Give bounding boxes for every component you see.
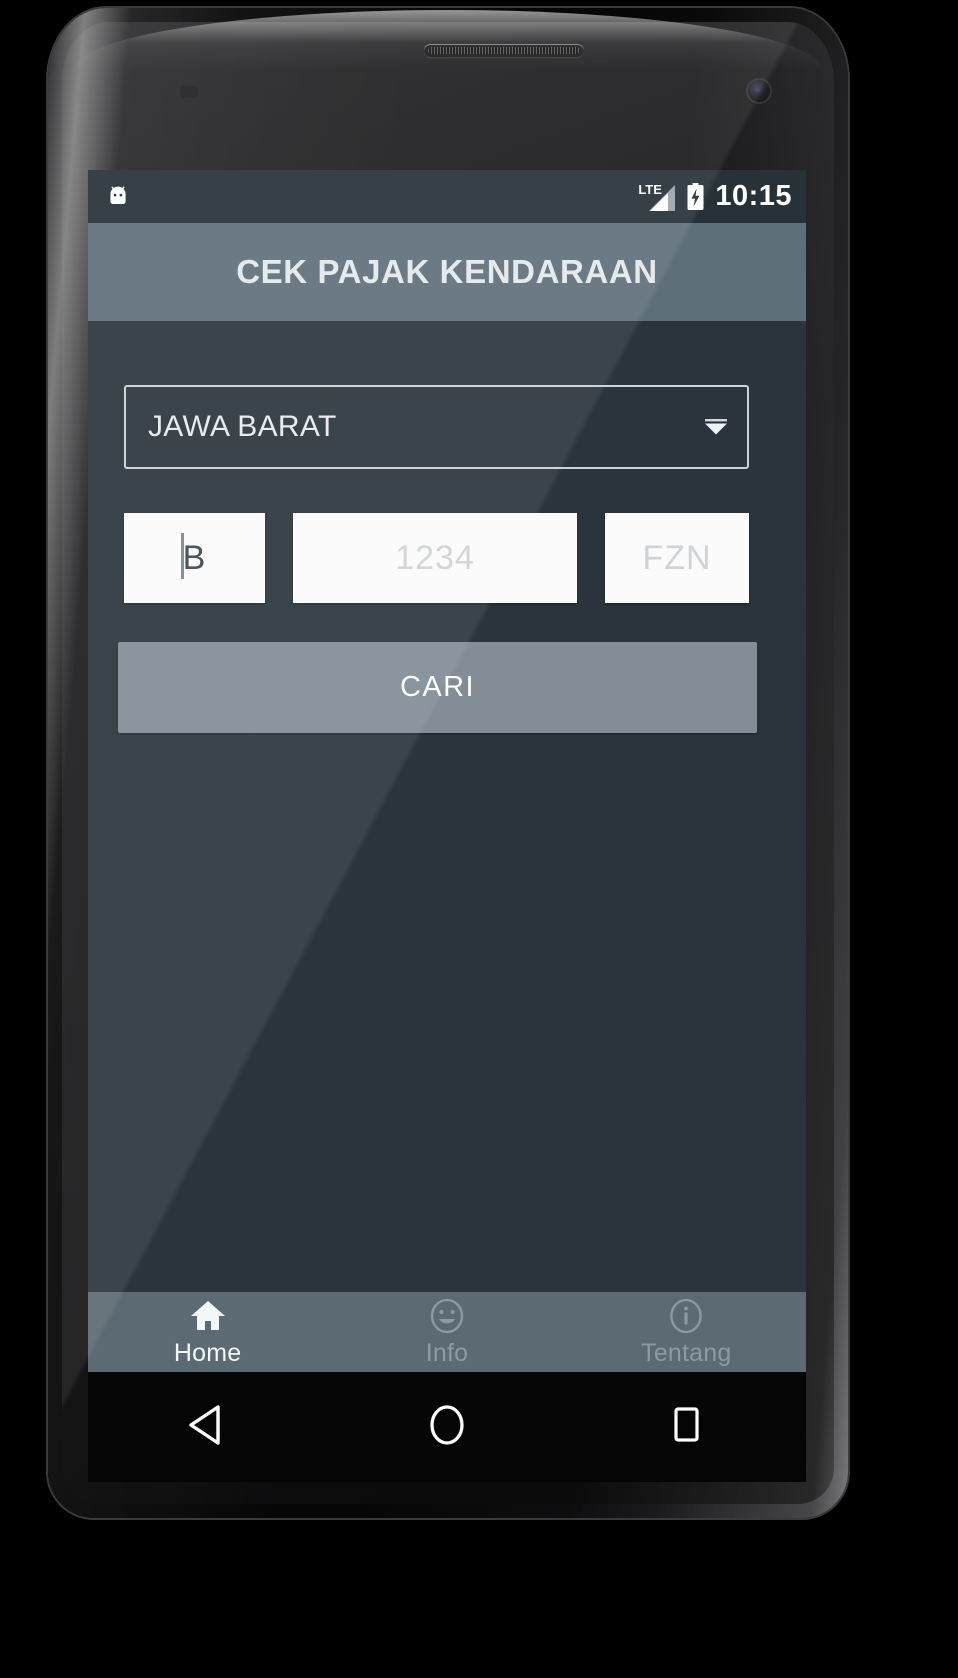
nav-home-button[interactable] <box>327 1372 566 1482</box>
main-content: JAWA BARAT B 1234 FZN CARI <box>88 321 806 1292</box>
status-bar: LTE 10:15 <box>88 170 806 223</box>
status-bar-clock: 10:15 <box>715 180 792 212</box>
earpiece-mesh <box>428 47 580 54</box>
back-triangle-icon <box>187 1403 229 1452</box>
plate-code-value: B <box>182 538 207 577</box>
tab-tentang[interactable]: Tentang <box>567 1292 806 1372</box>
plate-number-placeholder: 1234 <box>395 538 475 577</box>
plate-suffix-input[interactable]: FZN <box>605 513 749 603</box>
app-action-bar: CEK PAJAK KENDARAAN <box>88 223 806 321</box>
home-icon <box>189 1297 227 1335</box>
tab-tentang-label: Tentang <box>641 1338 732 1367</box>
search-button[interactable]: CARI <box>118 642 757 733</box>
android-mascot-icon <box>106 185 130 209</box>
plate-number-input[interactable]: 1234 <box>293 513 577 603</box>
tab-home-label: Home <box>173 1338 242 1367</box>
signal-bars-icon <box>647 184 676 217</box>
android-system-nav-bar <box>88 1372 806 1482</box>
plate-code-input[interactable]: B <box>124 513 265 603</box>
battery-charging-icon <box>686 182 705 211</box>
region-spinner-value: JAWA BARAT <box>148 410 337 443</box>
text-caret <box>181 533 184 579</box>
recents-square-icon <box>666 1404 706 1451</box>
home-circle-icon <box>425 1402 469 1453</box>
page-title: CEK PAJAK KENDARAAN <box>236 253 658 290</box>
front-camera <box>748 80 770 102</box>
bottom-tab-bar: Home Info Tentang <box>88 1292 806 1372</box>
earpiece-speaker <box>424 44 584 57</box>
nav-recents-button[interactable] <box>567 1372 806 1482</box>
plate-input-row: B 1234 FZN <box>124 513 749 603</box>
nav-back-button[interactable] <box>88 1372 327 1482</box>
proximity-sensor <box>180 86 198 98</box>
tab-info-label: Info <box>425 1338 469 1367</box>
tab-info[interactable]: Info <box>327 1292 566 1372</box>
info-circle-icon <box>668 1297 704 1335</box>
region-spinner[interactable]: JAWA BARAT <box>124 385 749 469</box>
chevron-down-icon <box>703 419 729 435</box>
smiley-face-icon <box>429 1297 465 1335</box>
app-screen: LTE 10:15 CEK PAJAK KENDARAAN JAWA BARAT… <box>88 170 806 1372</box>
status-bar-right-group: LTE 10:15 <box>638 182 792 212</box>
signal-group: LTE <box>638 182 676 212</box>
tab-home[interactable]: Home <box>88 1292 327 1372</box>
plate-suffix-placeholder: FZN <box>642 538 712 577</box>
